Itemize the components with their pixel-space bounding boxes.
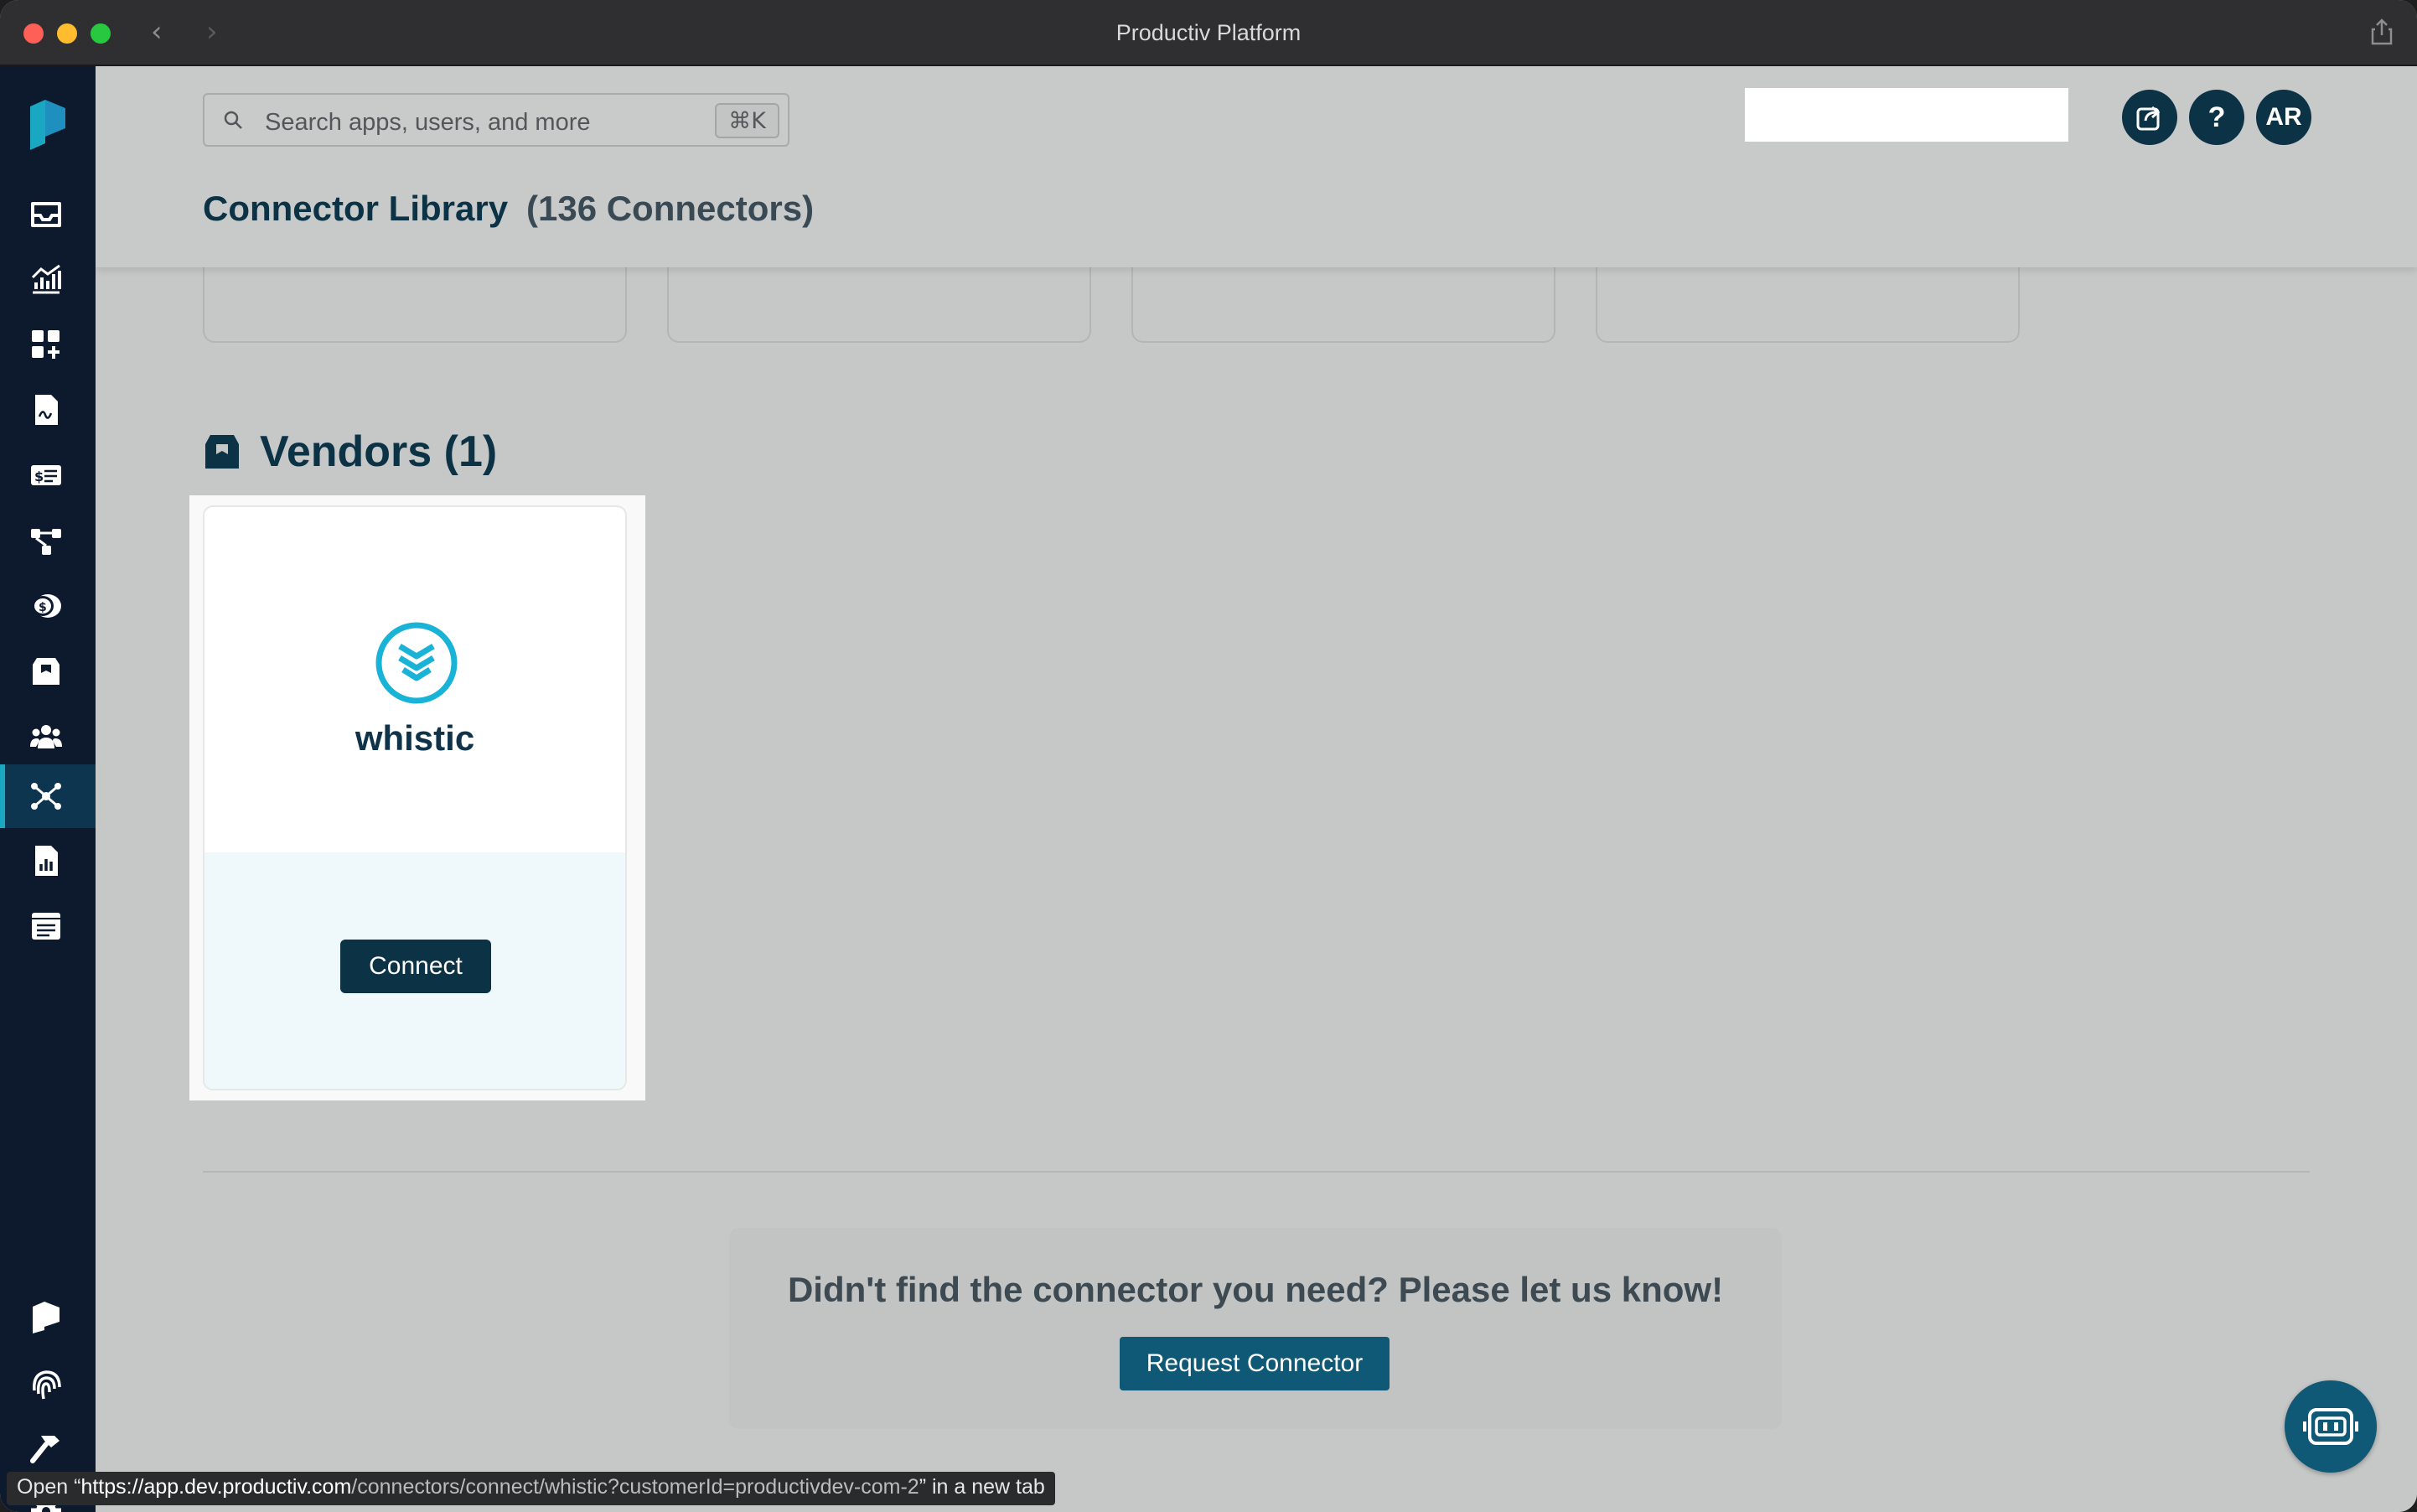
robot-icon	[2303, 1408, 2358, 1445]
search-shortcut: ⌘K	[715, 103, 779, 138]
status-prefix: Open “	[17, 1475, 81, 1499]
sidebar-item-contracts[interactable]	[28, 391, 65, 428]
sidebar-item-workflows[interactable]	[28, 522, 65, 559]
sidebar-item-productiv[interactable]	[28, 1298, 65, 1335]
whistic-logo-icon	[375, 622, 458, 704]
share-icon[interactable]	[2370, 18, 2394, 45]
connectors-icon	[31, 783, 61, 810]
redacted-area	[1745, 88, 2068, 142]
add-app-icon	[32, 330, 60, 359]
connect-button[interactable]: Connect	[340, 940, 491, 993]
share-out-icon	[2136, 106, 2161, 131]
users-icon	[30, 725, 62, 748]
sidebar-item-users[interactable]	[28, 718, 65, 755]
request-connector-panel: Didn't find the connector you need? Plea…	[729, 1228, 1782, 1429]
sidebar-nav: $ $	[0, 66, 96, 1512]
search-input[interactable]: Search apps, users, and more ⌘K	[203, 93, 789, 147]
sidebar-item-reports[interactable]	[28, 842, 65, 879]
page-header: Search apps, users, and more ⌘K ? AR Con…	[96, 66, 2417, 267]
status-path: /connectors/connect/whistic?customerId=p…	[351, 1475, 919, 1499]
sidebar-item-spend[interactable]: $	[28, 588, 65, 624]
productiv-logo-icon[interactable]	[27, 100, 69, 150]
main-content: Search apps, users, and more ⌘K ? AR Con…	[96, 66, 2417, 1512]
request-prompt: Didn't find the connector you need? Plea…	[787, 1270, 1724, 1309]
divider	[203, 1171, 2310, 1173]
analytics-icon	[31, 264, 61, 294]
workflow-icon	[31, 529, 61, 555]
connector-card-whistic[interactable]: whistic Connect	[203, 505, 627, 1090]
request-connector-button[interactable]: Request Connector	[1120, 1337, 1390, 1390]
vendor-box-icon	[205, 435, 239, 469]
status-host: https://app.dev.productiv.com	[80, 1475, 352, 1499]
hammer-icon	[30, 1436, 60, 1463]
link-preview-status: Open “https://app.dev.productiv.com/conn…	[7, 1472, 1055, 1505]
search-icon	[224, 111, 242, 129]
productiv-icon	[33, 1302, 60, 1333]
avatar[interactable]: AR	[2256, 90, 2311, 145]
sidebar-item-inbox[interactable]	[28, 195, 65, 232]
sidebar-item-tools[interactable]	[28, 1431, 65, 1468]
page-title: Connector Library	[203, 189, 509, 228]
sidebar-item-connectors[interactable]	[28, 778, 65, 815]
report-icon	[35, 846, 58, 876]
license-icon: $	[31, 465, 61, 485]
svg-text:$: $	[34, 469, 44, 484]
title-bar: ‹ › Productiv Platform	[0, 0, 2417, 66]
contract-icon	[35, 395, 58, 425]
status-suffix: ” in a new tab	[919, 1475, 1045, 1499]
app-window: ‹ › Productiv Platform $ $ Search apps, …	[0, 0, 2417, 1512]
svg-text:$: $	[39, 601, 47, 614]
search-placeholder: Search apps, users, and more	[265, 109, 591, 136]
inbox-icon	[31, 202, 61, 227]
sidebar-item-add-app[interactable]	[28, 326, 65, 363]
help-button[interactable]: ?	[2189, 90, 2244, 145]
vendor-box-icon	[33, 658, 60, 685]
sidebar-item-analytics[interactable]	[28, 261, 65, 298]
sidebar-item-vendors[interactable]	[28, 653, 65, 690]
vendors-section-header: Vendors (1)	[203, 427, 497, 477]
share-button[interactable]	[2122, 90, 2177, 145]
chatbot-button[interactable]	[2285, 1380, 2377, 1473]
connector-name: whistic	[355, 718, 475, 758]
sidebar-item-licenses[interactable]: $	[28, 457, 65, 494]
section-title: Vendors (1)	[260, 427, 498, 476]
spend-icon: $	[32, 594, 61, 618]
list-icon	[32, 913, 60, 940]
sidebar-item-list[interactable]	[28, 908, 65, 945]
connector-count: (136 Connectors)	[526, 189, 815, 228]
card-action-area: Connect	[204, 852, 625, 1089]
sidebar-item-fingerprint[interactable]	[28, 1367, 65, 1404]
fingerprint-icon	[33, 1370, 61, 1400]
window-title: Productiv Platform	[1115, 20, 1302, 45]
